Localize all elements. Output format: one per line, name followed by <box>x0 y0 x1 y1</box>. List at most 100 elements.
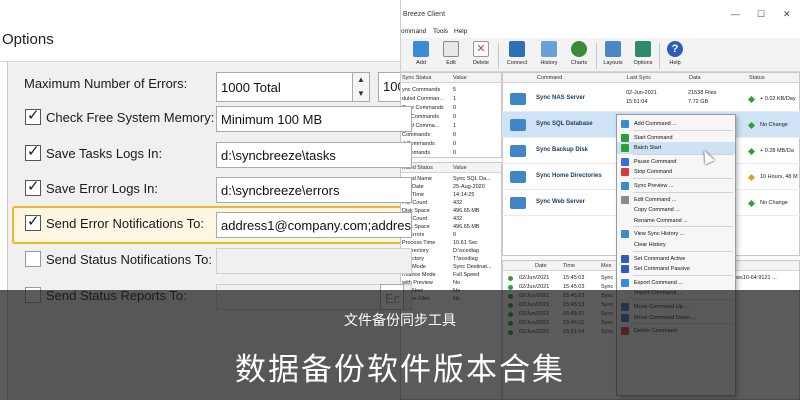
history-button[interactable]: History <box>535 41 563 71</box>
delete-icon: ✕ <box>473 41 489 57</box>
spin-up-icon[interactable]: ▲ <box>353 73 369 87</box>
option-label: Save Tasks Logs In: <box>46 146 163 161</box>
layouts-button[interactable]: Layouts <box>599 41 627 71</box>
option-checkbox[interactable]: ✓ <box>25 213 41 231</box>
folder-icon <box>510 93 526 105</box>
check-icon: ✓ <box>27 178 40 195</box>
option-row: ✓ Check Free System Memory: Minimum 100 MB <box>22 106 412 132</box>
detail-name: Process Time <box>402 240 436 246</box>
option-checkbox[interactable]: ✓ <box>25 107 41 125</box>
toolbar-separator <box>659 43 660 69</box>
max-errors-spinner[interactable]: ▲ ▼ <box>352 72 370 102</box>
data-size: 7.72 GB <box>688 99 709 105</box>
menu-item-icon <box>621 144 629 153</box>
context-menu-label: Export Command ... <box>634 279 683 286</box>
detail-value: Sync SQL Da... <box>453 176 491 182</box>
header-value: Value <box>453 165 467 171</box>
max-errors-field[interactable]: 1000 Total <box>216 72 354 102</box>
title-banner: 文件备份同步工具 数据备份软件版本合集 <box>0 290 800 400</box>
detail-value: T:\scediag <box>453 256 478 262</box>
command-name: Sync Web Server <box>536 199 585 205</box>
menu-tools[interactable]: Tools <box>433 28 448 35</box>
menu-item-icon <box>621 230 629 239</box>
context-menu-item[interactable]: Add Command ... <box>617 118 735 130</box>
menu-separator <box>633 191 733 193</box>
context-menu-item[interactable]: Sync Preview ... <box>617 180 735 192</box>
option-checkbox[interactable]: ✓ <box>25 178 41 196</box>
option-checkbox[interactable] <box>25 251 41 267</box>
detail-value: Full Speed <box>453 272 480 278</box>
max-errors-extra-field[interactable]: 100 <box>378 72 402 102</box>
option-label: Send Error Notifications To: <box>46 216 204 231</box>
menu-separator <box>633 250 733 252</box>
connect-button[interactable]: Connect <box>503 41 531 71</box>
context-menu-item[interactable]: Clear History <box>617 239 735 251</box>
menu-item-icon <box>621 157 629 166</box>
command-status: + 0.02 KB/Day <box>760 96 796 102</box>
option-label: Check Free System Memory: <box>46 110 215 125</box>
help-button-label: Help <box>669 60 681 66</box>
command-status: + 0.28 MB/Da <box>760 148 794 154</box>
command-row[interactable]: Sync NAS Server 02-Jun-2021 15:51:04 21538 … <box>502 86 800 112</box>
context-menu-item[interactable]: Batch Start <box>617 142 735 155</box>
charts-button-label: Charts <box>570 60 588 66</box>
menu-command[interactable]: ommand <box>401 28 426 35</box>
close-icon[interactable]: ✕ <box>783 9 791 20</box>
folder-icon <box>510 171 526 183</box>
context-menu-label: Copy Command ... <box>634 207 680 214</box>
header-date: Date <box>535 263 547 269</box>
log-host-fragment: ows10-64:9121 ... <box>733 275 777 281</box>
edit-button[interactable]: Edit <box>437 41 465 71</box>
detail-value: 432 <box>453 216 463 222</box>
detail-value: 10.61 Sec <box>453 240 478 246</box>
detail-value: 432 <box>453 200 463 206</box>
spin-down-icon[interactable]: ▼ <box>353 87 369 101</box>
history-button-label: History <box>540 60 558 66</box>
menu-item-icon <box>621 133 629 142</box>
option-row: ✓ Save Tasks Logs In: d:\syncbreeze\tasks <box>22 142 412 168</box>
header-time: Time <box>563 263 576 269</box>
add-button[interactable]: Add <box>407 41 435 71</box>
minimize-icon[interactable]: — <box>731 9 740 19</box>
option-row: ✓ Save Error Logs In: d:\syncbreeze\errors <box>22 177 412 203</box>
option-checkbox[interactable]: ✓ <box>25 143 41 161</box>
context-menu-item[interactable]: Rename Command ... <box>617 215 735 227</box>
menu-item-icon <box>621 168 629 177</box>
context-menu-item[interactable]: Stop Command <box>617 166 735 178</box>
menu-item-icon <box>621 182 629 190</box>
status-value: 5 <box>453 87 457 93</box>
banner-title: 数据备份软件版本合集 <box>235 352 565 388</box>
help-icon: ? <box>667 41 683 57</box>
option-field[interactable]: d:\syncbreeze\errors <box>216 177 412 203</box>
context-menu-label: Set Command Active <box>634 255 686 262</box>
menu-help[interactable]: Help <box>454 28 467 35</box>
option-field[interactable]: d:\syncbreeze\tasks <box>216 142 412 168</box>
header-command: Command <box>537 75 563 81</box>
log-message: Sync <box>601 275 614 281</box>
menu-bar: ommand Tools Help <box>401 26 800 38</box>
app-title: Breeze Client <box>403 11 446 18</box>
status-name: ync Commands <box>402 87 441 93</box>
history-icon <box>541 41 557 57</box>
detail-value: No <box>453 280 461 286</box>
detail-value: 496.65 MB <box>453 208 480 214</box>
help-button[interactable]: ? Help <box>661 41 689 71</box>
charts-button[interactable]: Charts <box>565 41 593 71</box>
option-field[interactable]: Minimum 100 MB <box>216 106 412 132</box>
option-row: Send Status Notifications To: <box>22 248 412 274</box>
command-name: Sync Backup Disk <box>536 147 589 153</box>
header-last-sync: Last Sync <box>627 75 652 81</box>
context-menu-label: Set Command Passive <box>634 266 690 273</box>
option-field[interactable]: address1@company.com;address <box>216 212 412 238</box>
maximize-icon[interactable]: ☐ <box>757 9 765 20</box>
status-name: Commands <box>402 132 431 138</box>
detail-value: 496.65 MB <box>453 224 480 230</box>
connect-button-label: Connect <box>506 60 528 66</box>
context-menu-label: Clear History <box>634 242 666 248</box>
context-menu-item[interactable]: Set Command Passive <box>617 263 735 275</box>
option-field[interactable] <box>216 248 412 274</box>
options-button-label: Options <box>633 60 653 66</box>
options-button[interactable]: Options <box>629 41 657 71</box>
status-indicator-icon <box>747 199 756 208</box>
delete-button[interactable]: ✕ Delete <box>467 41 495 71</box>
